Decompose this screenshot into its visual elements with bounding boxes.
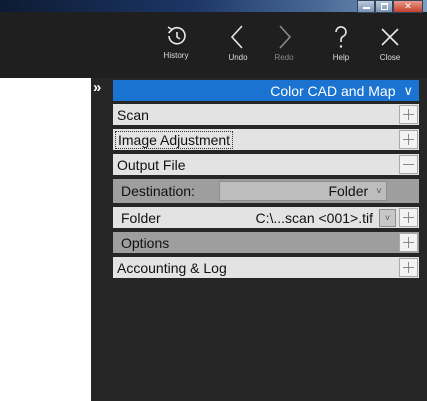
options-label: Options	[121, 234, 170, 251]
add-folder-icon[interactable]	[399, 208, 418, 227]
expand-icon[interactable]	[399, 258, 418, 277]
section-image-adjustment[interactable]: Image Adjustment	[113, 129, 419, 150]
destination-dropdown[interactable]: Folder ˅	[219, 181, 387, 201]
app-toolbar: ✕ History Undo Redo Help Close	[0, 0, 427, 78]
history-button[interactable]: History	[154, 24, 198, 70]
options-row[interactable]: Options	[113, 232, 419, 253]
settings-panel: Color CAD and Map ∨ Scan Image Adjustmen…	[113, 80, 419, 282]
section-output-file-label: Output File	[117, 156, 186, 173]
window-controls: ✕	[357, 0, 423, 14]
history-icon	[167, 26, 186, 45]
close-icon	[381, 28, 399, 46]
redo-button[interactable]: Redo	[262, 24, 306, 70]
maximize-button[interactable]	[375, 0, 393, 13]
history-label: History	[163, 51, 189, 60]
collapse-icon[interactable]	[399, 155, 418, 174]
chevron-down-icon: ∨	[403, 82, 413, 98]
section-scan[interactable]: Scan	[113, 104, 419, 125]
expand-icon[interactable]	[399, 130, 418, 149]
close-button[interactable]: Close	[368, 24, 412, 70]
section-output-file[interactable]: Output File	[113, 154, 419, 175]
window-close-button[interactable]: ✕	[393, 0, 423, 13]
folder-dropdown-button[interactable]: ˅	[379, 208, 396, 227]
undo-label: Undo	[228, 53, 248, 62]
folder-label: Folder	[121, 209, 161, 226]
close-label: Close	[379, 53, 401, 62]
chevron-left-icon	[230, 25, 243, 49]
minimize-icon	[362, 7, 370, 9]
section-scan-label: Scan	[117, 106, 149, 123]
folder-path-value[interactable]: C:\...scan <001>.tif	[161, 210, 379, 226]
destination-value: Folder	[328, 183, 369, 199]
profile-title: Color CAD and Map	[270, 82, 396, 99]
maximize-icon	[380, 3, 388, 10]
window-close-icon: ✕	[404, 1, 412, 11]
chevron-down-icon: ˅	[376, 185, 382, 197]
help-label: Help	[332, 53, 350, 62]
redo-label: Redo	[274, 53, 294, 62]
undo-button[interactable]: Undo	[216, 24, 260, 70]
section-accounting-log[interactable]: Accounting & Log	[113, 257, 419, 278]
chevron-right-icon	[279, 25, 292, 49]
help-button[interactable]: Help	[319, 24, 363, 70]
profile-selector[interactable]: Color CAD and Map ∨	[113, 80, 419, 101]
question-icon	[335, 26, 347, 48]
collapse-panel-button[interactable]: »	[93, 80, 101, 96]
destination-label: Destination:	[121, 183, 195, 199]
expand-icon[interactable]	[399, 233, 418, 252]
minimize-button[interactable]	[357, 0, 375, 13]
expand-icon[interactable]	[399, 105, 418, 124]
section-accounting-log-label: Accounting & Log	[117, 259, 227, 276]
section-image-adjustment-label: Image Adjustment	[115, 130, 234, 149]
folder-row: Folder C:\...scan <001>.tif ˅	[113, 207, 419, 228]
destination-row: Destination: Folder ˅	[113, 179, 419, 203]
